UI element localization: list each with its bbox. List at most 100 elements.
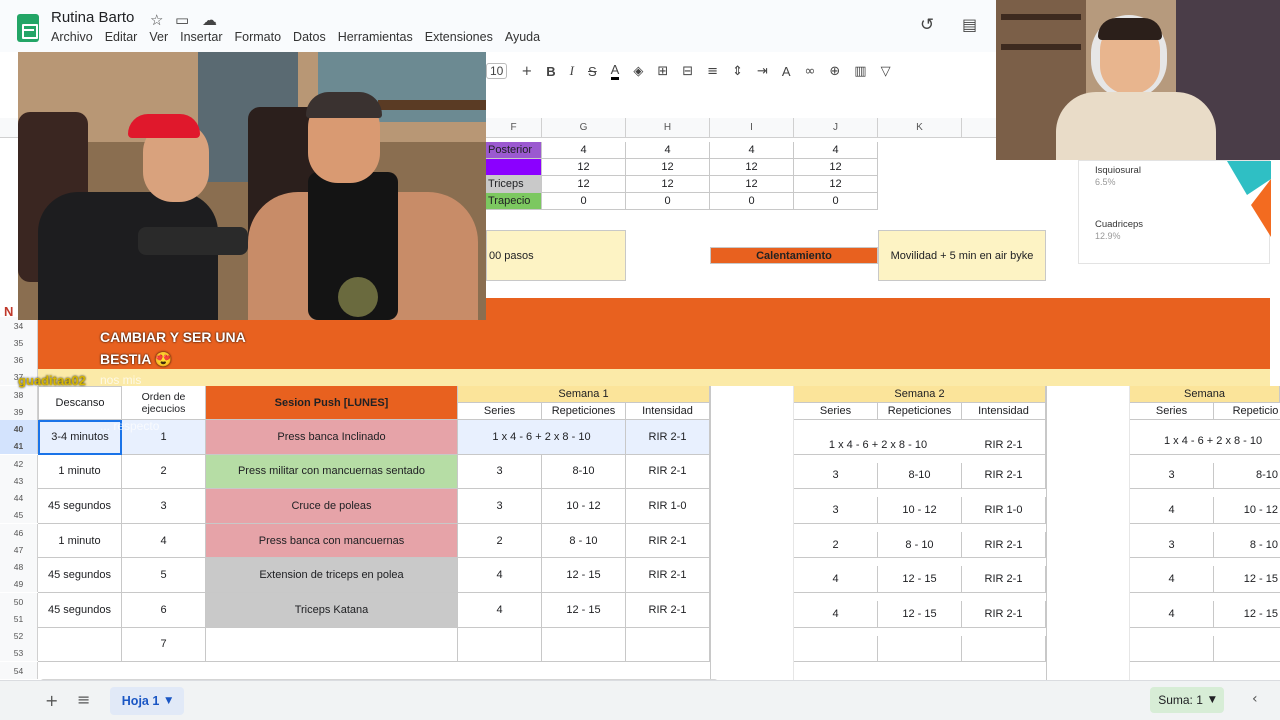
reps-cell[interactable]: 8 - 10 — [1214, 532, 1280, 559]
cloud-icon[interactable]: ☁ — [202, 11, 217, 29]
row-number[interactable]: 43 — [0, 472, 38, 489]
orden-cell[interactable]: 6 — [122, 593, 206, 628]
exercise-cell[interactable]: Press militar con mancuernas sentado — [206, 454, 458, 490]
row-number[interactable]: 54 — [0, 662, 38, 679]
series-cell[interactable]: 4 — [794, 601, 878, 628]
exercise-cell[interactable]: Triceps Katana — [206, 593, 458, 628]
reps-cell[interactable]: 12 - 15 — [878, 601, 962, 628]
reps-cell[interactable] — [1214, 636, 1280, 663]
row-number[interactable]: 45 — [0, 506, 38, 523]
exercise-cell[interactable]: Cruce de poleas — [206, 489, 458, 524]
intensity-cell[interactable]: RIR 2-1 — [962, 531, 1046, 559]
series-cell[interactable]: 4 — [458, 593, 542, 628]
folder-icon[interactable]: ▭ — [175, 11, 189, 29]
row-number[interactable]: 47 — [0, 541, 38, 558]
filter-icon[interactable]: ▽ — [881, 64, 891, 79]
column-header[interactable]: F — [486, 118, 542, 138]
series-cell[interactable] — [1130, 635, 1214, 663]
text-color-icon[interactable]: A — [610, 62, 620, 80]
reps-cell[interactable]: 8-10 — [1214, 463, 1280, 490]
row-number[interactable]: 52 — [0, 627, 38, 644]
bold-icon[interactable]: B — [546, 64, 555, 79]
volume-cell[interactable]: 0 — [542, 193, 626, 210]
intensity-cell[interactable]: RIR 2-1 — [626, 593, 710, 628]
row-number[interactable]: 42 — [0, 455, 38, 472]
series-cell[interactable]: 3 — [794, 497, 878, 524]
insert-chart-icon[interactable]: ▥ — [854, 64, 866, 79]
reps-cell[interactable]: 12 - 15 — [1214, 566, 1280, 593]
text-wrap-icon[interactable]: ⇥ — [757, 64, 768, 79]
menu-item[interactable]: Ver — [149, 30, 168, 44]
link-icon[interactable]: ∞ — [805, 64, 816, 79]
row-number[interactable]: 50 — [0, 593, 38, 610]
reps-cell[interactable]: 12 - 15 — [1214, 601, 1280, 628]
orden-cell[interactable]: 4 — [122, 523, 206, 559]
reps-cell[interactable]: 12 - 15 — [542, 558, 626, 593]
descanso-cell[interactable] — [38, 627, 122, 663]
collapse-panel-icon[interactable]: ‹ — [1252, 691, 1258, 707]
increase-font-icon[interactable]: + — [521, 64, 532, 79]
series-cell[interactable]: 4 — [1130, 497, 1214, 524]
column-header[interactable]: G — [542, 118, 626, 138]
descanso-cell[interactable]: 45 segundos — [38, 593, 122, 628]
insert-comment-icon[interactable]: ⊕ — [829, 64, 840, 79]
reps-cell[interactable]: 8 - 10 — [542, 523, 626, 559]
menu-item[interactable]: Formato — [235, 30, 282, 44]
muscle-label[interactable]: Trapecio — [486, 193, 542, 210]
orden-cell[interactable]: 2 — [122, 454, 206, 490]
series-cell[interactable]: 4 — [794, 566, 878, 593]
italic-icon[interactable]: I — [570, 63, 574, 79]
intensity-cell[interactable]: RIR 1-0 — [626, 489, 710, 524]
intensity-cell[interactable]: RIR 2-1 — [962, 601, 1046, 628]
intensity-cell[interactable] — [626, 627, 710, 663]
descanso-cell[interactable]: 45 segundos — [38, 558, 122, 593]
orden-cell[interactable]: 3 — [122, 489, 206, 524]
menu-item[interactable]: Editar — [105, 30, 138, 44]
series-cell[interactable]: 4 — [1130, 601, 1214, 628]
series-cell[interactable]: 3 — [1130, 462, 1214, 490]
sets-cell[interactable]: 1 x 4 - 6 + 2 x 8 - 10 — [458, 420, 626, 455]
intensity-cell[interactable]: RIR 2-1 — [626, 454, 710, 490]
merge-cells-icon[interactable]: ⊟ — [682, 64, 693, 79]
volume-cell[interactable]: 4 — [710, 142, 794, 159]
all-sheets-icon[interactable]: ≡ — [77, 690, 90, 709]
menu-item[interactable]: Herramientas — [338, 30, 413, 44]
intensity-cell[interactable]: RIR 2-1 — [962, 566, 1046, 593]
row-number[interactable]: 39 — [0, 403, 38, 420]
calentamiento-value[interactable]: Movilidad + 5 min en air byke — [878, 230, 1046, 281]
add-sheet-icon[interactable]: + — [45, 691, 58, 710]
reps-cell[interactable] — [878, 635, 962, 663]
volume-cell[interactable]: 12 — [542, 159, 626, 176]
series-cell[interactable]: 3 — [1130, 531, 1214, 559]
banner-strip[interactable] — [38, 369, 1270, 386]
descanso-cell[interactable]: 1 minuto — [38, 454, 122, 490]
intensity-cell[interactable]: RIR 2-1 — [962, 462, 1046, 490]
reps-cell[interactable]: 12 - 15 — [878, 566, 962, 593]
sum-indicator[interactable]: Suma: 1 ▼ — [1150, 687, 1224, 713]
orden-cell[interactable]: 7 — [122, 627, 206, 663]
column-header[interactable]: I — [710, 118, 794, 138]
volume-cell[interactable]: 12 — [542, 176, 626, 193]
reps-cell[interactable]: 8-10 — [878, 462, 962, 490]
pie-chart[interactable]: Isquiosural 6.5% Cuadriceps 12.9% — [1078, 160, 1271, 264]
intensity-cell[interactable] — [962, 635, 1046, 663]
muscle-label[interactable]: Triceps — [486, 176, 542, 193]
intensity-cell[interactable]: RIR 1-0 — [962, 497, 1046, 524]
fill-color-icon[interactable]: ◈ — [633, 64, 643, 79]
reps-cell[interactable] — [542, 627, 626, 663]
row-number[interactable]: 38 — [0, 386, 38, 403]
series-cell[interactable] — [458, 627, 542, 663]
menu-item[interactable]: Archivo — [51, 30, 93, 44]
calentamiento-label[interactable]: Calentamiento — [710, 247, 878, 264]
text-rotation-icon[interactable]: A — [782, 64, 791, 79]
menu-item[interactable]: Ayuda — [505, 30, 540, 44]
vertical-align-icon[interactable]: ⇕ — [732, 64, 743, 79]
row-number[interactable]: 46 — [0, 524, 38, 541]
series-cell[interactable]: 4 — [1130, 566, 1214, 593]
exercise-cell[interactable] — [206, 627, 458, 663]
intensity-cell[interactable]: RIR 2-1 — [626, 523, 710, 559]
sheets-logo-icon[interactable] — [17, 14, 39, 42]
exercise-cell[interactable]: Extension de triceps en polea — [206, 558, 458, 593]
exercise-cell[interactable]: Press banca Inclinado — [206, 420, 458, 455]
menu-item[interactable]: Datos — [293, 30, 326, 44]
